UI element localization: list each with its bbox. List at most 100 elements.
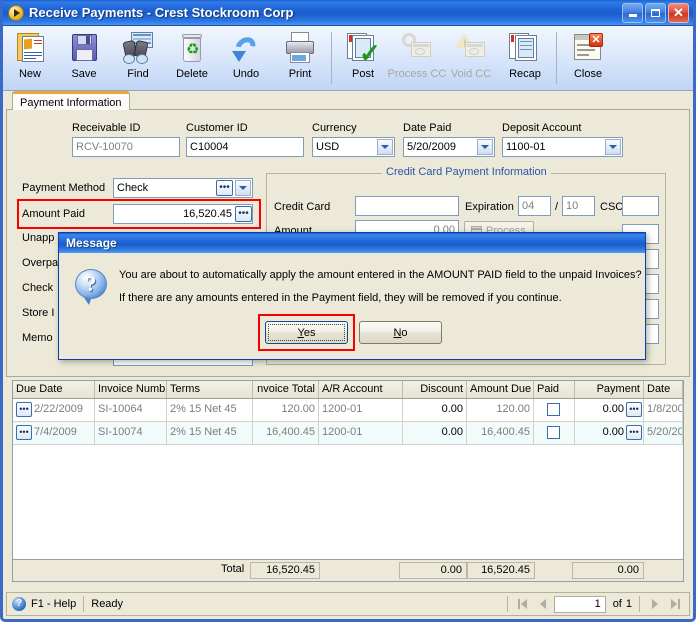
- row-lookup-button[interactable]: •••: [16, 425, 32, 440]
- grid-col-invoice-total[interactable]: nvoice Total: [253, 381, 319, 398]
- warning-card-icon: !: [454, 31, 488, 65]
- status-text: Ready: [91, 598, 124, 610]
- cell-invoice-number: SI-10074: [95, 422, 167, 444]
- expiration-year-input[interactable]: 10: [562, 196, 595, 216]
- date-paid-picker[interactable]: 5/20/2009: [403, 137, 495, 157]
- cell-terms: 2% 15 Net 45: [167, 399, 253, 421]
- gear-card-icon: [400, 31, 434, 65]
- grid-col-ar-account[interactable]: A/R Account: [319, 381, 403, 398]
- table-row[interactable]: 7/4/2009 ••• SI-10074 2% 15 Net 45 16,40…: [13, 422, 683, 444]
- toolbar-find-button[interactable]: Find: [111, 29, 165, 87]
- dialog-no-button[interactable]: No: [359, 321, 442, 344]
- paid-checkbox[interactable]: [547, 403, 560, 416]
- toolbar-new-label: New: [18, 68, 41, 80]
- cell-paid[interactable]: [534, 399, 575, 421]
- question-help-icon[interactable]: ?: [12, 597, 26, 611]
- grid-col-due-date[interactable]: Due Date: [13, 381, 95, 398]
- main-toolbar: New Save Find ♻ Delete Undo Print ✓ Post…: [3, 26, 693, 91]
- deposit-account-select[interactable]: 1100-01: [502, 137, 623, 157]
- payment-lookup-button[interactable]: •••: [626, 425, 642, 440]
- chevron-down-icon[interactable]: [377, 139, 393, 155]
- total-payment: 0.00: [572, 562, 644, 579]
- receivable-id-input[interactable]: RCV-10070: [72, 137, 180, 157]
- cell-discount[interactable]: 0.00: [403, 422, 467, 444]
- store-id-label: Store I: [22, 307, 55, 319]
- status-divider-1: [83, 596, 85, 612]
- grid-col-terms[interactable]: Terms: [167, 381, 253, 398]
- total-label: Total: [221, 563, 245, 575]
- chevron-down-icon[interactable]: [605, 139, 621, 155]
- grid-col-payment[interactable]: Payment: [575, 381, 644, 398]
- deposit-account-label: Deposit Account: [502, 122, 582, 134]
- toolbar-new-button[interactable]: New: [3, 29, 57, 87]
- cell-discount[interactable]: 0.00: [403, 399, 467, 421]
- toolbar-undo-button[interactable]: Undo: [219, 29, 273, 87]
- minimize-button[interactable]: [622, 2, 643, 23]
- expiration-label: Expiration: [465, 201, 514, 213]
- toolbar-delete-label: Delete: [176, 68, 208, 80]
- grid-col-amount-due[interactable]: Amount Due: [467, 381, 534, 398]
- invoice-grid: Due Date Invoice Numb Terms nvoice Total…: [12, 380, 684, 582]
- table-row[interactable]: 2/22/2009 ••• SI-10064 2% 15 Net 45 120.…: [13, 399, 683, 421]
- chevron-down-icon[interactable]: [477, 139, 493, 155]
- grid-col-date[interactable]: Date: [644, 381, 683, 398]
- recycle-bin-icon: ♻: [175, 31, 209, 65]
- cell-amount-due: 16,400.45: [467, 422, 534, 444]
- close-window-icon: ✕: [571, 31, 605, 65]
- maximize-button[interactable]: [645, 2, 666, 23]
- dialog-yes-button[interactable]: Yes: [265, 321, 348, 344]
- last-record-button[interactable]: [668, 597, 683, 612]
- credit-card-label: Credit Card: [274, 201, 331, 213]
- toolbar-delete-button[interactable]: ♻ Delete: [165, 29, 219, 87]
- maximize-icon: [651, 8, 660, 17]
- play-circle-icon: [8, 4, 24, 21]
- cell-paid[interactable]: [534, 422, 575, 444]
- window-title: Receive Payments - Crest Stockroom Corp: [29, 5, 294, 20]
- expiration-month-input[interactable]: 04: [518, 196, 551, 216]
- toolbar-process-cc-button: Process CC: [387, 29, 447, 87]
- credit-card-legend: Credit Card Payment Information: [382, 166, 551, 178]
- payment-method-select[interactable]: Check •••: [113, 178, 253, 198]
- row-lookup-button[interactable]: •••: [16, 402, 32, 417]
- next-record-button[interactable]: [647, 597, 662, 612]
- grid-col-invoice-number[interactable]: Invoice Numb: [95, 381, 167, 398]
- chevron-down-icon[interactable]: [235, 180, 251, 196]
- tab-payment-information[interactable]: Payment Information: [12, 91, 130, 110]
- customer-id-input[interactable]: C10004: [186, 137, 304, 157]
- currency-select[interactable]: USD: [312, 137, 395, 157]
- csc-input[interactable]: [622, 196, 659, 216]
- dialog-title: Message: [66, 236, 117, 250]
- printer-icon: [283, 31, 317, 65]
- payment-method-lookup-button[interactable]: •••: [216, 180, 233, 196]
- expiration-separator: /: [555, 201, 559, 213]
- amount-paid-input[interactable]: 16,520.45: [113, 204, 253, 224]
- toolbar-print-button[interactable]: Print: [273, 29, 327, 87]
- first-record-button[interactable]: [515, 597, 530, 612]
- payment-lookup-button[interactable]: •••: [626, 402, 642, 417]
- amount-paid-lookup-button[interactable]: •••: [235, 206, 252, 222]
- row-separator: [13, 444, 683, 445]
- deposit-account-value: 1100-01: [506, 141, 546, 153]
- toolbar-save-button[interactable]: Save: [57, 29, 111, 87]
- grid-col-discount[interactable]: Discount: [403, 381, 467, 398]
- paid-checkbox[interactable]: [547, 426, 560, 439]
- toolbar-void-cc-button: ! Void CC: [444, 29, 498, 87]
- toolbar-post-button[interactable]: ✓ Post: [336, 29, 390, 87]
- toolbar-recap-button[interactable]: Recap: [498, 29, 552, 87]
- toolbar-process-cc-label: Process CC: [387, 68, 447, 80]
- payment-method-label: Payment Method: [22, 182, 106, 194]
- close-button[interactable]: ✕: [668, 2, 689, 23]
- status-divider-3: [639, 596, 640, 612]
- customer-id-label: Customer ID: [186, 122, 248, 134]
- toolbar-undo-label: Undo: [232, 68, 260, 80]
- status-bar: ? F1 - Help Ready 1 of 1: [6, 592, 690, 616]
- credit-card-number-input[interactable]: [355, 196, 459, 216]
- status-divider-2: [506, 596, 508, 612]
- record-navigator: 1 of 1: [500, 595, 683, 613]
- help-label[interactable]: F1 - Help: [31, 598, 76, 610]
- page-number-input[interactable]: 1: [553, 595, 606, 613]
- grid-col-paid[interactable]: Paid: [534, 381, 575, 398]
- previous-record-button[interactable]: [536, 597, 551, 612]
- dialog-message-line-2: If there are any amounts entered in the …: [119, 292, 562, 304]
- toolbar-close-button[interactable]: ✕ Close: [561, 29, 615, 87]
